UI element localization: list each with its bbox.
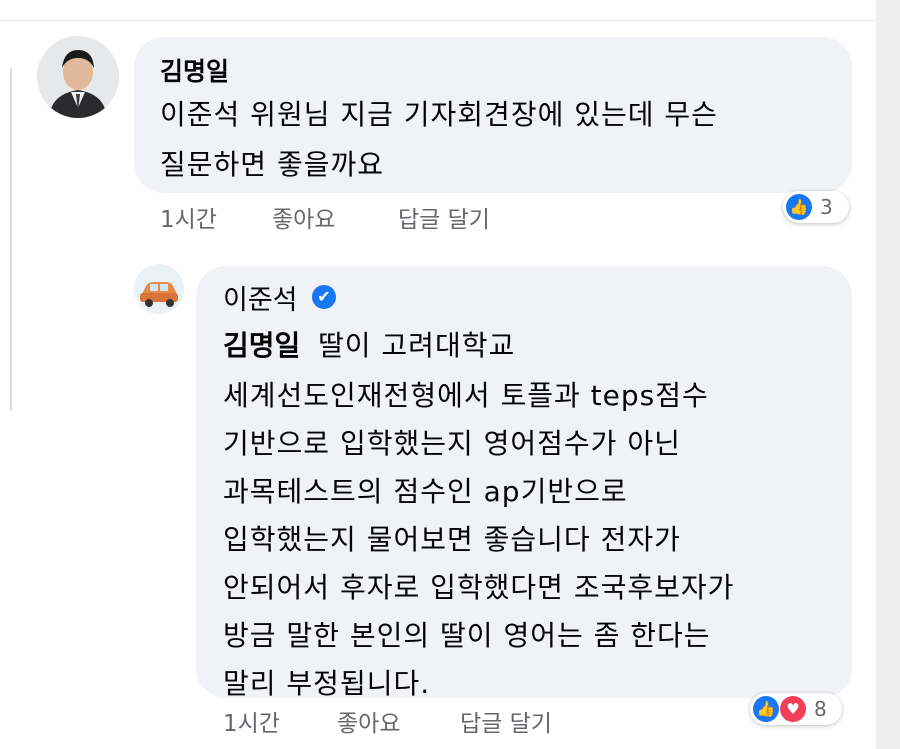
reactions-summary[interactable]: 👍 3 [783,191,849,223]
mention-link[interactable]: 김명일 [223,324,300,364]
like-reaction-icon: 👍 [753,696,779,722]
reply-text-line: 입학했는지 물어보면 좋습니다 전자가 [223,523,681,556]
reply-link[interactable]: 답글 달기 [398,200,490,234]
comment-text-line: 이준석 위원님 지금 기자회견장에 있는데 무슨 [160,98,718,131]
love-reaction-icon: ♥ [780,696,806,722]
reply-text-line: 세계선도인재전형에서 토플과 teps점수 [223,379,709,412]
comment-text-line: 질문하면 좋을까요 [160,148,384,181]
comment-time[interactable]: 1시간 [160,200,217,234]
reply-text-line: 딸이 고려대학교 [318,329,516,362]
avatar-kim[interactable] [37,36,119,118]
verified-badge-icon: ✔ [312,285,336,309]
like-link[interactable]: 좋아요 [272,200,335,234]
right-scroll-gutter [876,0,900,749]
thread-guide-line [10,68,16,411]
reactions-summary[interactable]: 👍 ♥ 8 [750,693,842,725]
reaction-count: 8 [814,697,827,721]
reply-author[interactable]: 이준석 [223,278,298,317]
reply-text-line: 안되어서 후자로 입학했다면 조국후보자가 [223,571,735,604]
reply-link[interactable]: 답글 달기 [460,704,552,738]
like-link[interactable]: 좋아요 [337,704,400,738]
reaction-count: 3 [820,195,833,219]
reply-time[interactable]: 1시간 [223,704,280,738]
comment-author[interactable]: 김명일 [160,52,229,88]
checkmark-icon: ✔ [317,287,331,306]
top-divider [0,20,876,21]
like-reaction-icon: 👍 [786,194,812,220]
person-avatar-icon [37,36,119,118]
car-avatar-icon [134,264,184,314]
reply-text-line: 기반으로 입학했는지 영어점수가 아닌 [223,427,681,460]
reply-text-line: 과목테스트의 점수인 ap기반으로 [223,475,628,508]
avatar-lee[interactable] [134,264,184,314]
reply-text-line: 말리 부정됩니다. [223,667,431,700]
reply-text-line: 방금 말한 본인의 딸이 영어는 좀 한다는 [223,619,711,652]
